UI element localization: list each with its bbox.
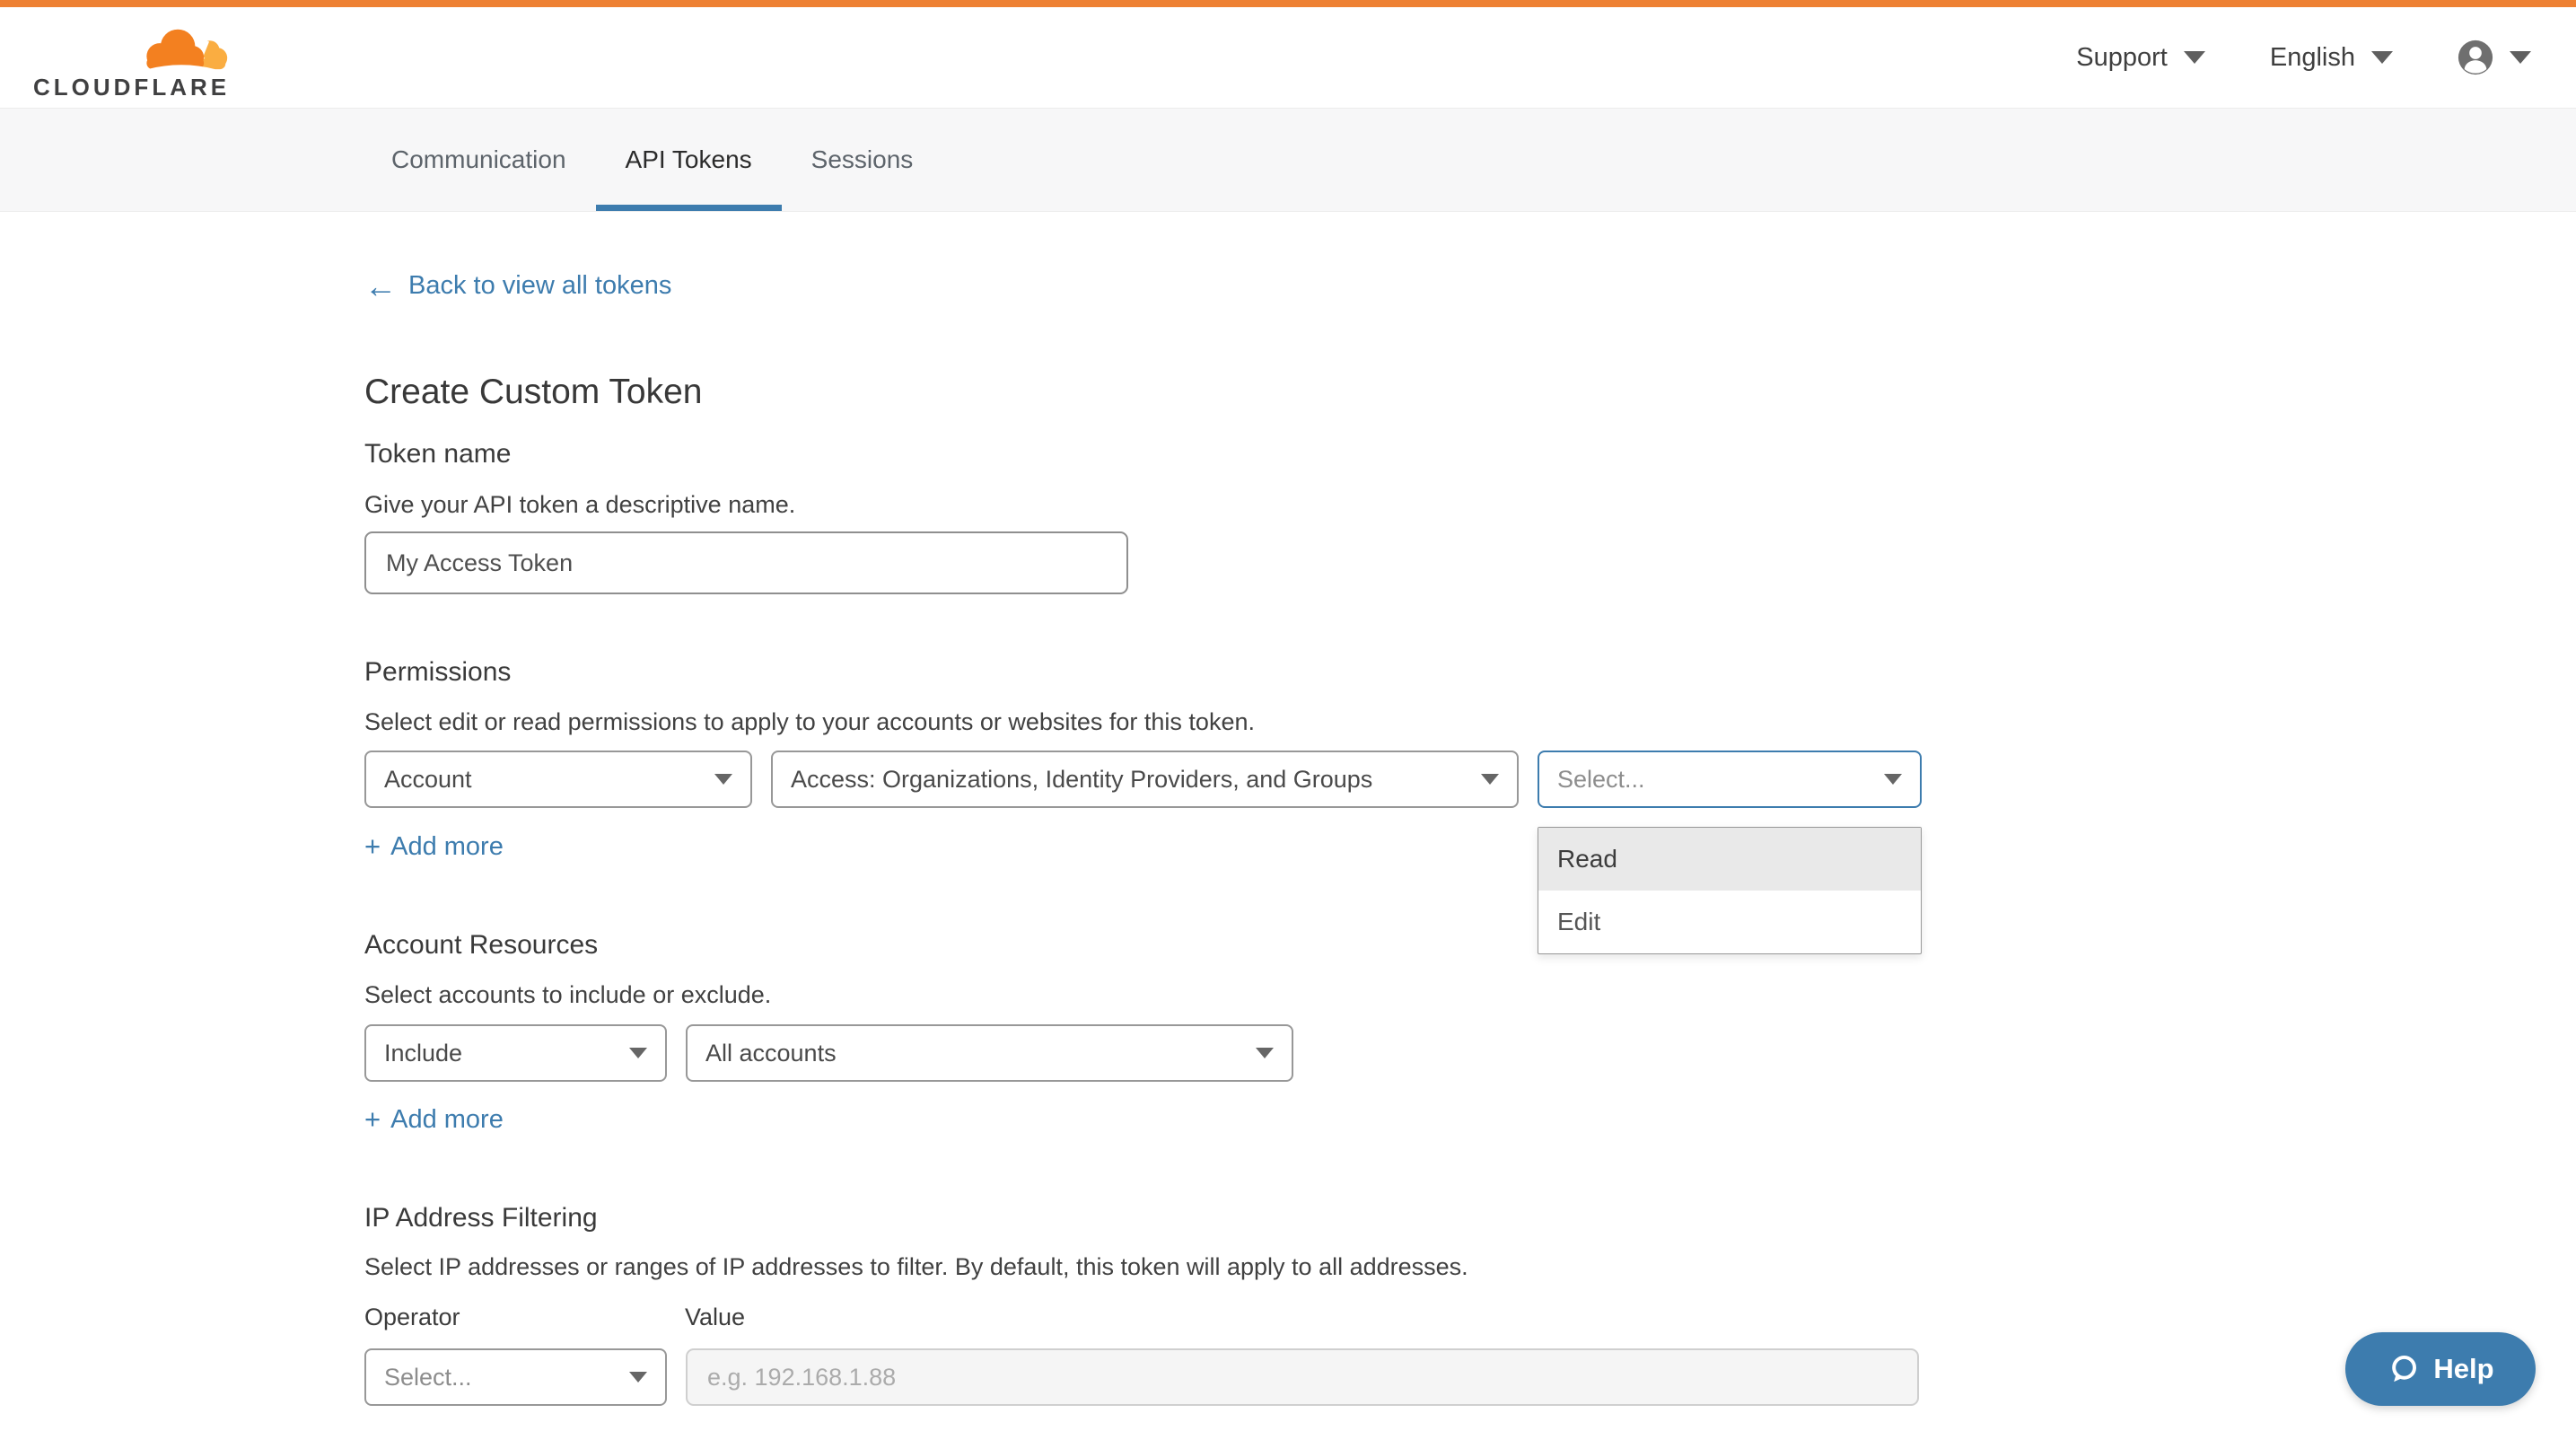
- back-link[interactable]: ← Back to view all tokens: [364, 271, 671, 301]
- permissions-description: Select edit or read permissions to apply…: [364, 708, 1255, 736]
- language-menu[interactable]: English: [2270, 43, 2393, 73]
- resource-mode-value: Include: [384, 1040, 462, 1067]
- permission-resource-select[interactable]: Access: Organizations, Identity Provider…: [771, 751, 1519, 808]
- value-label: Value: [685, 1304, 745, 1331]
- permissions-heading: Permissions: [364, 657, 511, 688]
- ip-filtering-heading: IP Address Filtering: [364, 1203, 598, 1233]
- operator-label: Operator: [364, 1304, 460, 1331]
- chevron-down-icon: [1884, 774, 1902, 785]
- language-menu-label: English: [2270, 43, 2355, 73]
- resource-mode-select[interactable]: Include: [364, 1024, 667, 1082]
- permission-level-placeholder: Select...: [1557, 766, 1645, 794]
- left-arrow-icon: ←: [364, 273, 397, 300]
- header-nav: Support English: [2076, 7, 2531, 108]
- permission-scope-select[interactable]: Account: [364, 751, 752, 808]
- chevron-down-icon: [2184, 51, 2205, 64]
- user-avatar-icon: [2458, 40, 2493, 75]
- support-menu[interactable]: Support: [2076, 43, 2205, 73]
- permission-resource-value: Access: Organizations, Identity Provider…: [791, 766, 1372, 794]
- brand-top-bar: [0, 0, 2576, 7]
- profile-tabs: Communication API Tokens Sessions: [0, 109, 2576, 212]
- cloudflare-cloud-icon: [133, 22, 230, 72]
- brand-wordmark: CLOUDFLARE: [33, 74, 230, 101]
- create-custom-token-page: CLOUDFLARE Support English Communicat: [0, 0, 2576, 1431]
- header: CLOUDFLARE Support English: [0, 7, 2576, 109]
- chevron-down-icon: [714, 774, 732, 785]
- page-title: Create Custom Token: [364, 373, 702, 412]
- account-resources-add-more-link[interactable]: + Add more: [364, 1103, 504, 1136]
- account-resources-heading: Account Resources: [364, 930, 598, 961]
- permissions-add-more-link[interactable]: + Add more: [364, 830, 504, 863]
- help-button[interactable]: Help: [2345, 1332, 2536, 1406]
- permission-level-select[interactable]: Select...: [1538, 751, 1922, 808]
- permissions-row: Account Access: Organizations, Identity …: [364, 751, 1922, 808]
- plus-icon: +: [364, 830, 381, 863]
- resource-accounts-select[interactable]: All accounts: [686, 1024, 1293, 1082]
- ip-value-input[interactable]: [686, 1348, 1919, 1406]
- permission-scope-value: Account: [384, 766, 472, 794]
- help-button-label: Help: [2433, 1353, 2493, 1385]
- add-more-label: Add more: [390, 832, 504, 862]
- ip-filtering-row: Select...: [364, 1348, 1919, 1406]
- chevron-down-icon: [2371, 51, 2393, 64]
- token-name-description: Give your API token a descriptive name.: [364, 491, 795, 519]
- permission-level-dropdown: Read Edit: [1538, 827, 1922, 954]
- token-name-heading: Token name: [364, 439, 511, 470]
- chevron-down-icon: [1481, 774, 1499, 785]
- tab-sessions[interactable]: Sessions: [782, 109, 943, 211]
- chevron-down-icon: [2510, 51, 2531, 64]
- dropdown-option-read[interactable]: Read: [1538, 828, 1921, 891]
- chevron-down-icon: [629, 1048, 647, 1058]
- ip-operator-select[interactable]: Select...: [364, 1348, 667, 1406]
- tab-communication[interactable]: Communication: [362, 109, 596, 211]
- ip-filtering-description: Select IP addresses or ranges of IP addr…: [364, 1253, 1468, 1281]
- support-menu-label: Support: [2076, 43, 2168, 73]
- resource-accounts-value: All accounts: [705, 1040, 837, 1067]
- ip-operator-placeholder: Select...: [384, 1364, 472, 1391]
- account-resources-row: Include All accounts: [364, 1024, 1293, 1082]
- cloudflare-logo[interactable]: CLOUDFLARE: [33, 22, 230, 101]
- chevron-down-icon: [629, 1372, 647, 1383]
- dropdown-option-edit[interactable]: Edit: [1538, 891, 1921, 953]
- add-more-label: Add more: [390, 1105, 504, 1135]
- tab-api-tokens[interactable]: API Tokens: [596, 109, 782, 211]
- account-resources-description: Select accounts to include or exclude.: [364, 981, 771, 1009]
- chevron-down-icon: [1256, 1048, 1274, 1058]
- account-menu[interactable]: [2458, 40, 2531, 75]
- token-name-input[interactable]: [364, 531, 1128, 594]
- back-link-label: Back to view all tokens: [408, 271, 671, 301]
- chat-bubble-icon: [2387, 1353, 2420, 1386]
- plus-icon: +: [364, 1103, 381, 1136]
